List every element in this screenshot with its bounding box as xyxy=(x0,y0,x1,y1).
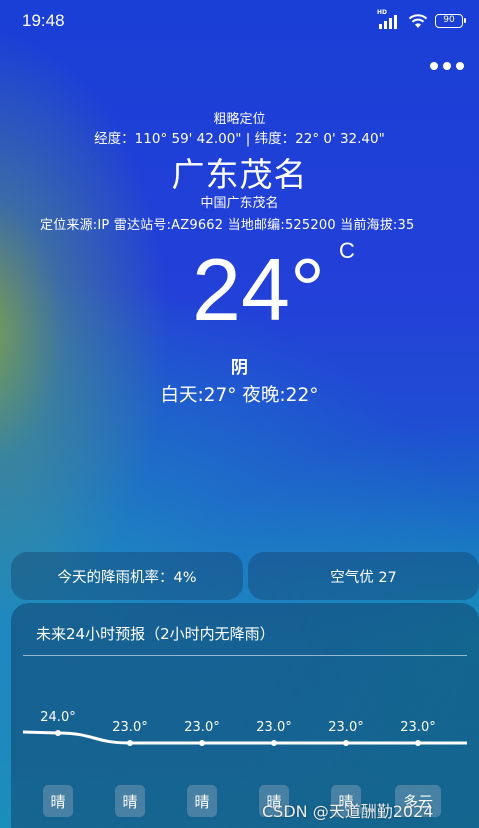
location-meta: 定位来源:IP 雷达站号:AZ9662 当地邮编:525200 当前海拔:35 xyxy=(40,218,415,233)
weather-condition: 阴 xyxy=(231,358,248,378)
temperature-unit: C xyxy=(339,238,355,263)
location-accuracy: 粗略定位 xyxy=(213,112,266,127)
city-name: 广东茂名 xyxy=(171,155,308,194)
watermark: CSDN @天道酬勤2024 xyxy=(262,802,434,821)
forecast-weather-button[interactable]: 晴 xyxy=(187,785,217,817)
forecast-temp-label: 23.0° xyxy=(328,720,363,735)
forecast-temp-label: 23.0° xyxy=(184,720,219,735)
status-icons: HD 90 xyxy=(377,9,466,29)
forecast-temp-label: 23.0° xyxy=(256,720,291,735)
rain-probability-text: 今天的降雨机率：4% xyxy=(57,569,197,586)
forecast-point xyxy=(415,740,421,746)
wifi-icon xyxy=(408,14,428,28)
forecast-card: 未来24小时预报（2小时内无降雨） 24.0° 23.0° 23.0° 23.0° 23… xyxy=(11,603,479,828)
coordinates: 经度：110° 59' 42.00" | 纬度：22° 0' 32.40" xyxy=(94,131,385,147)
air-quality-text: 空气优 27 xyxy=(330,569,397,586)
battery-icon: 90 xyxy=(435,14,466,28)
rain-probability-card[interactable]: 今天的降雨机率：4% xyxy=(11,552,243,600)
forecast-point xyxy=(199,740,205,746)
day-night-temperature: 白天:27° 夜晚:22° xyxy=(160,385,319,406)
forecast-point xyxy=(343,740,349,746)
battery-level: 90 xyxy=(443,15,455,25)
status-bar: 19:48 HD 90 xyxy=(0,0,479,44)
forecast-weather-button[interactable]: 晴 xyxy=(43,785,73,817)
forecast-weather-button[interactable]: 晴 xyxy=(115,785,145,817)
forecast-temp-label: 24.0° xyxy=(40,710,75,725)
forecast-point xyxy=(127,740,133,746)
air-quality-card[interactable]: 空气优 27 xyxy=(248,552,479,600)
forecast-point xyxy=(271,740,277,746)
status-time: 19:48 xyxy=(22,11,65,30)
forecast-temp-label: 23.0° xyxy=(400,720,435,735)
forecast-point xyxy=(55,730,61,736)
signal-icon: HD xyxy=(377,9,401,29)
region-name: 中国广东茂名 xyxy=(200,196,279,211)
current-temperature: 24° xyxy=(192,240,326,339)
forecast-temp-label: 23.0° xyxy=(112,720,147,735)
more-menu-icon[interactable] xyxy=(430,62,464,70)
